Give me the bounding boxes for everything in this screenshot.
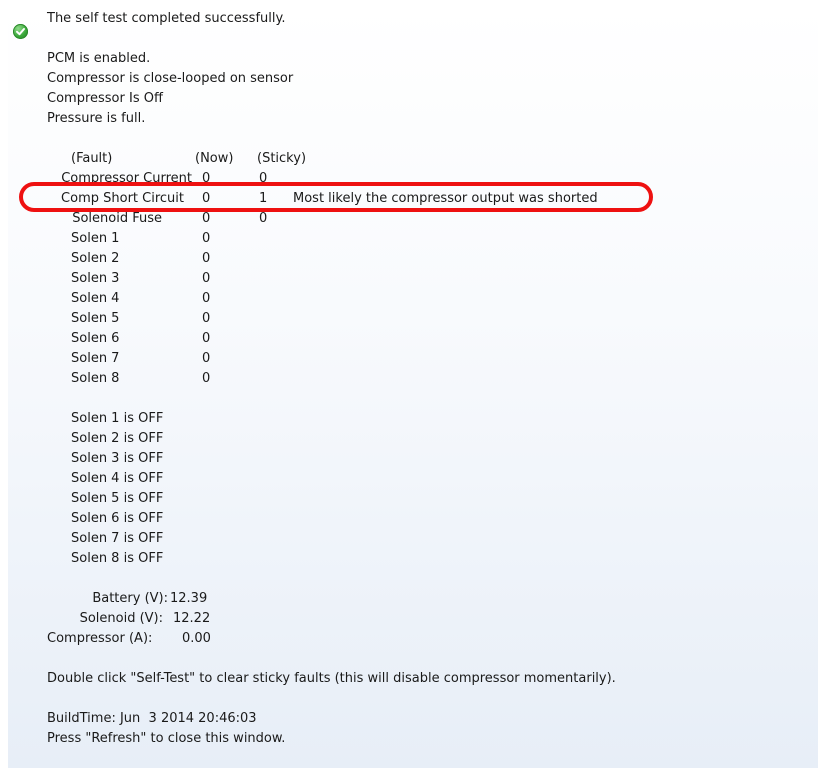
sticky-column-header: (Sticky)	[257, 151, 307, 166]
fault-now-value: 0	[202, 311, 211, 326]
short-circuit-highlight-annotation	[19, 182, 653, 212]
list-item: Solen 5 is OFF	[71, 491, 164, 506]
fault-column-header: (Fault)	[71, 151, 113, 166]
measurement-value: 12.22	[173, 611, 211, 626]
fault-name: Solen 5	[71, 311, 120, 326]
list-item: Solen 6 is OFF	[71, 511, 164, 526]
fault-name: Solen 3	[71, 271, 120, 286]
list-item: Solen 8 is OFF	[71, 551, 164, 566]
list-item: Solen 7 is OFF	[71, 531, 164, 546]
fault-now-value: 0	[202, 331, 211, 346]
fault-now-value: 0	[202, 211, 211, 226]
fault-name: Solenoid Fuse	[72, 211, 162, 226]
list-item: Solen 4 is OFF	[71, 471, 164, 486]
fault-name: Solen 8	[71, 371, 120, 386]
fault-now-value: 0	[202, 291, 211, 306]
fault-now-value: 0	[202, 251, 211, 266]
fault-name: Solen 2	[71, 251, 120, 266]
list-item: Solen 1 is OFF	[71, 411, 164, 426]
fault-now-value: 0	[202, 271, 211, 286]
list-item: Solen 2 is OFF	[71, 431, 164, 446]
fault-name: Solen 7	[71, 351, 120, 366]
state-line: Compressor is close-looped on sensor	[47, 71, 294, 86]
fault-name: Solen 4	[71, 291, 120, 306]
fault-now-value: 0	[202, 371, 211, 386]
list-item: Solen 3 is OFF	[71, 451, 164, 466]
status-message: The self test completed successfully.	[47, 11, 286, 26]
state-line: Pressure is full.	[47, 111, 146, 126]
now-column-header: (Now)	[195, 151, 234, 166]
refresh-hint: Press "Refresh" to close this window.	[47, 731, 286, 746]
measurement-value: 12.39	[170, 591, 208, 606]
measurement-label: Solenoid (V):	[79, 611, 163, 626]
fault-now-value: 0	[202, 351, 211, 366]
check-circle-icon	[13, 24, 28, 39]
measurement-value: 0.00	[182, 631, 211, 646]
self-test-results-panel: The self test completed successfully. PC…	[8, 6, 818, 768]
measurement-label: Battery (V):	[92, 591, 168, 606]
clear-faults-instruction: Double click "Self-Test" to clear sticky…	[47, 671, 616, 686]
fault-name: Solen 1	[71, 231, 120, 246]
fault-now-value: 0	[202, 231, 211, 246]
build-time: BuildTime: Jun 3 2014 20:46:03	[47, 711, 257, 726]
fault-sticky-value: 0	[259, 211, 268, 226]
measurement-label: Compressor (A):	[47, 631, 153, 646]
fault-name: Solen 6	[71, 331, 120, 346]
state-line: Compressor Is Off	[47, 91, 163, 106]
state-line: PCM is enabled.	[47, 51, 151, 66]
